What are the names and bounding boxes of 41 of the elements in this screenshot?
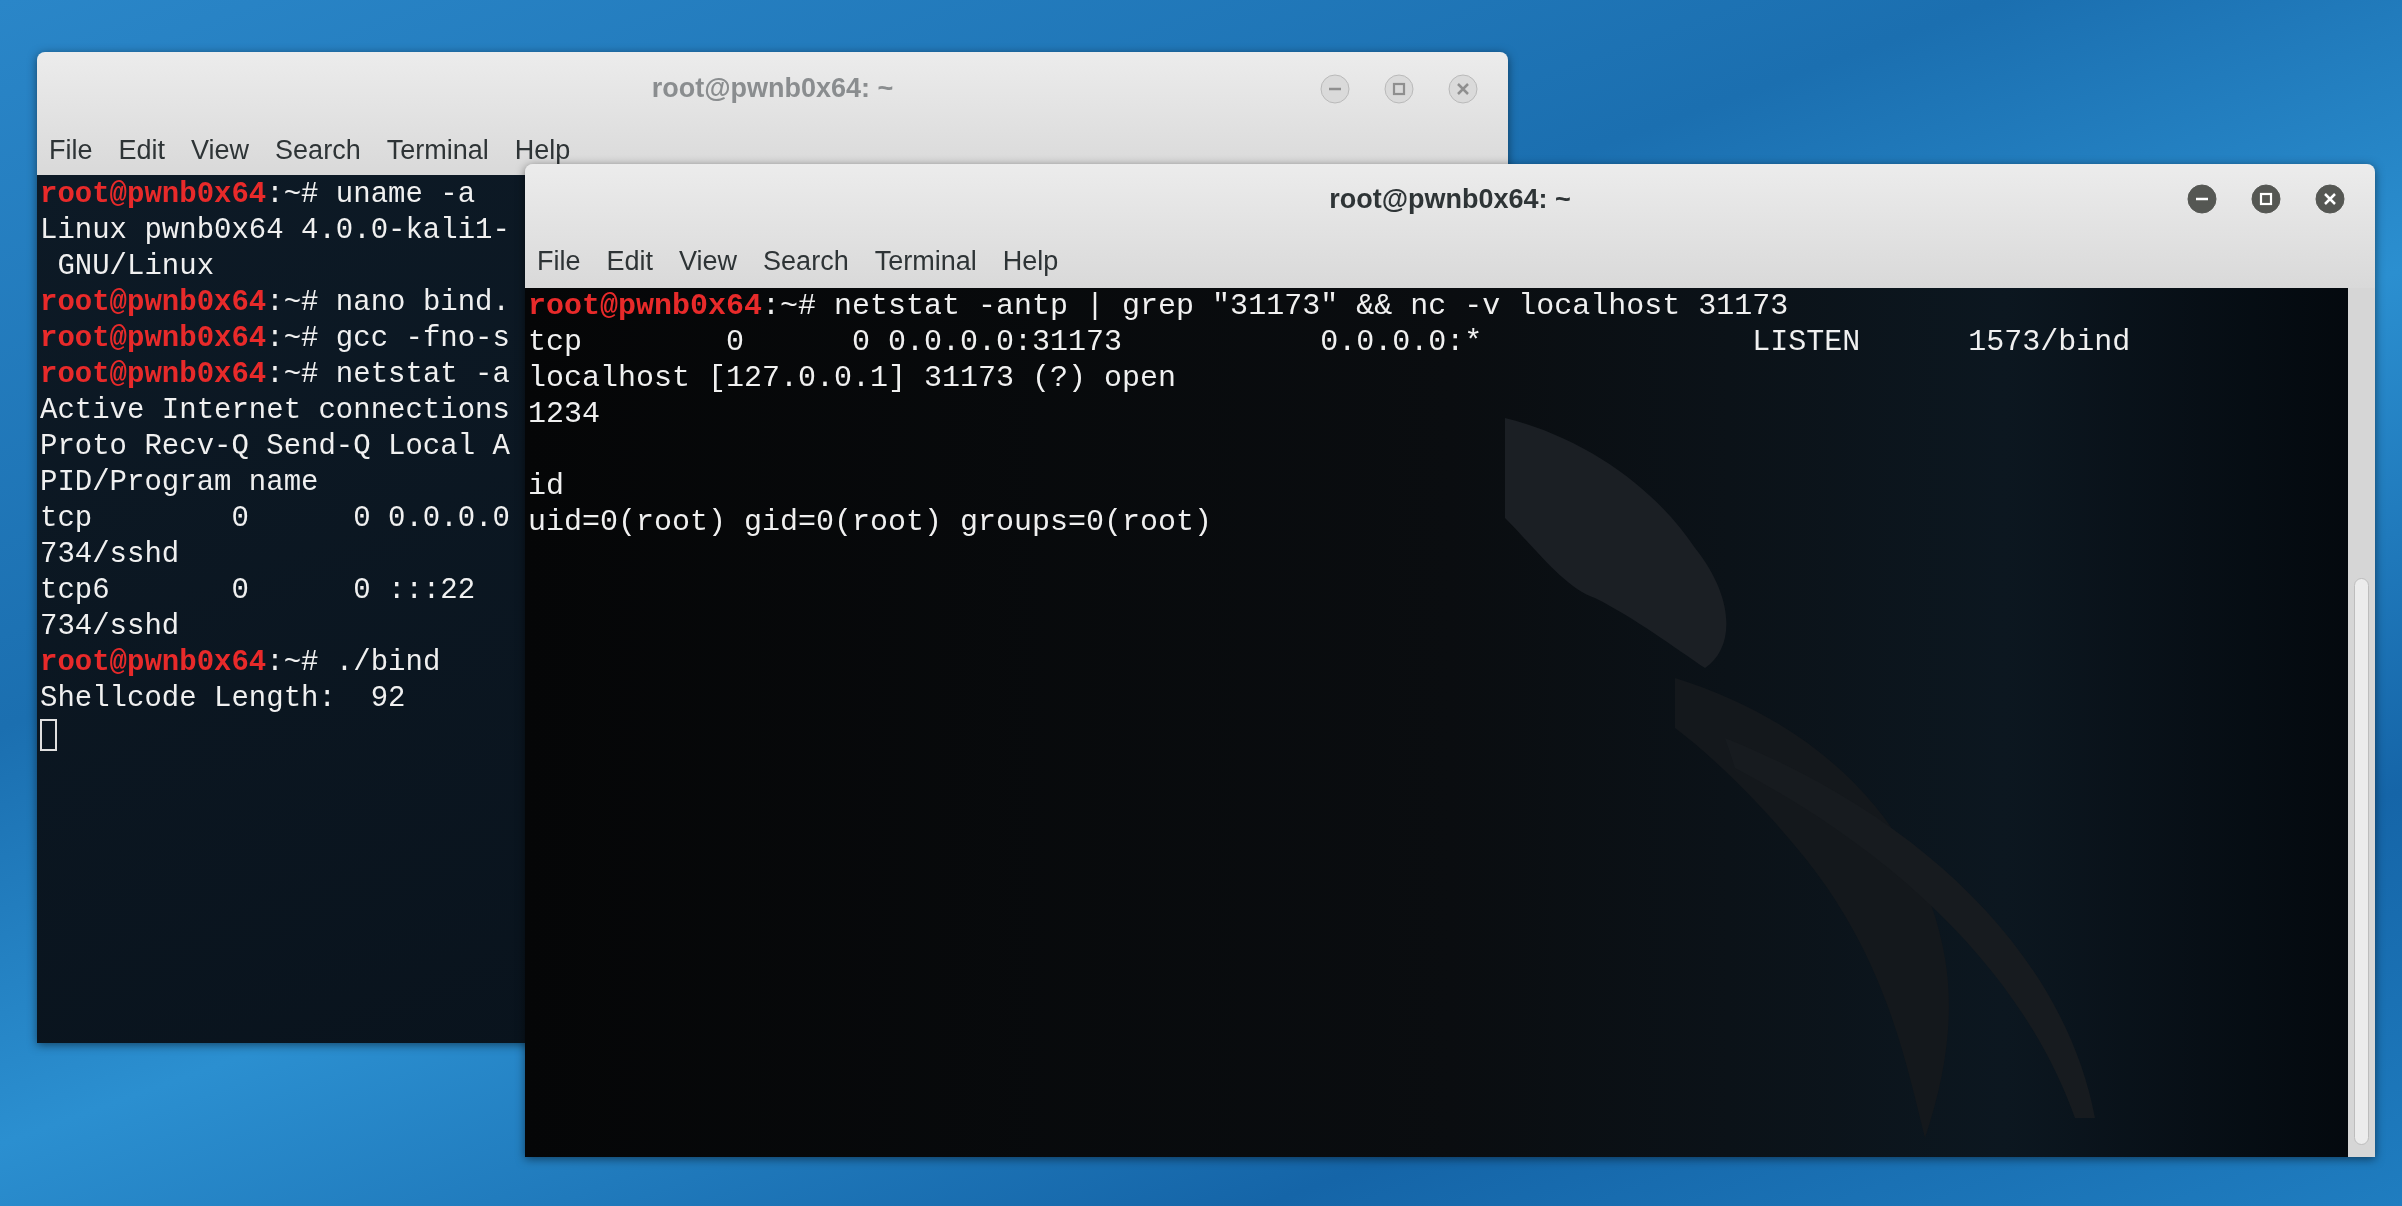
close-icon[interactable] <box>2315 184 2345 214</box>
terminal-line: Shellcode Length: 92 <box>40 681 406 717</box>
terminal-line: root@pwnb0x64:~# ./bind <box>40 645 441 681</box>
terminal-line: root@pwnb0x64:~# netstat -antp | grep "31173" && nc -v localhost 31173 <box>528 288 1789 324</box>
terminal-line: PID/Program name <box>40 465 319 501</box>
menu-item[interactable]: File <box>535 245 583 277</box>
terminal-line: Active Internet connections <box>40 393 510 429</box>
minimize-icon[interactable] <box>2187 184 2217 214</box>
terminal-line: tcp6 0 0 :::22 <box>40 573 476 609</box>
menu-item[interactable]: Terminal <box>872 245 979 277</box>
terminal-line: Proto Recv-Q Send-Q Local A <box>40 429 510 465</box>
menu-item[interactable]: Edit <box>604 245 656 277</box>
menu-item[interactable]: File <box>47 134 95 166</box>
terminal-line: Linux pwnb0x64 4.0.0-kali1- <box>40 213 510 249</box>
menu-item[interactable]: Terminal <box>384 134 491 166</box>
terminal-line: GNU/Linux <box>56 249 215 285</box>
terminal-line: id <box>528 468 564 504</box>
menu-item[interactable]: View <box>677 245 740 277</box>
scrollbar[interactable] <box>2348 288 2375 1157</box>
terminal-line: root@pwnb0x64:~# gcc -fno-s <box>40 321 510 357</box>
window-title: root@pwnb0x64: ~ <box>1329 183 1571 215</box>
menu-item[interactable]: Search <box>273 134 363 166</box>
menu-item[interactable]: View <box>189 134 252 166</box>
window-title: root@pwnb0x64: ~ <box>651 73 894 104</box>
maximize-icon[interactable] <box>2251 184 2281 214</box>
terminal-line: 734/sshd <box>40 609 180 645</box>
terminal-line: uid=0(root) gid=0(root) groups=0(root) <box>528 504 1213 540</box>
terminal-line: localhost [127.0.0.1] 31173 (?) open <box>528 360 1177 396</box>
scrollbar-thumb[interactable] <box>2354 578 2369 1145</box>
terminal-line: tcp 0 0 0.0.0.0 <box>40 501 510 537</box>
menu-item[interactable]: Search <box>761 245 851 277</box>
terminal-line: root@pwnb0x64:~# netstat -a <box>40 357 510 393</box>
menu-item[interactable]: Help <box>512 134 573 166</box>
terminal-line: tcp 0 0 0.0.0.0:31173 0.0.0.0:* LISTEN 1573/bind <box>528 324 2131 360</box>
terminal-line: 734/sshd <box>40 537 180 573</box>
menu-item[interactable]: Edit <box>116 134 168 166</box>
terminal-line: 1234 <box>528 396 600 432</box>
terminal-line: root@pwnb0x64:~# nano bind. <box>40 285 510 321</box>
text-cursor <box>40 719 57 751</box>
terminal-line: root@pwnb0x64:~# uname -a <box>40 177 476 213</box>
menu-item[interactable]: Help <box>1000 245 1061 277</box>
